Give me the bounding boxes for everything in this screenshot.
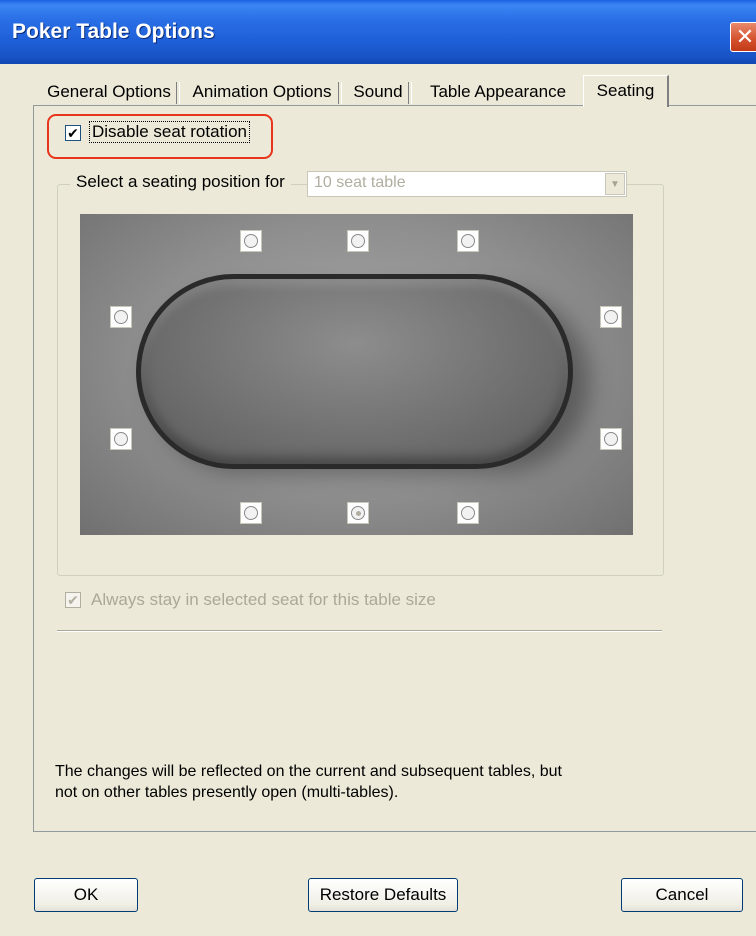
table-size-select: 10 seat table ▼: [307, 171, 627, 197]
select-seating-label: Select a seating position for: [70, 172, 291, 192]
seat-9-radio[interactable]: [110, 428, 132, 450]
tab-table-appearance[interactable]: Table Appearance: [418, 79, 578, 107]
tab-seating[interactable]: Seating: [583, 75, 669, 107]
seat-3-radio[interactable]: [457, 230, 479, 252]
window-title: Poker Table Options: [12, 20, 215, 43]
tab-label: Seating: [596, 81, 655, 100]
note-line-2: not on other tables presently open (mult…: [55, 783, 399, 801]
always-stay-label: Always stay in selected seat for this ta…: [91, 590, 436, 609]
poker-table-area: [80, 214, 633, 535]
cancel-button[interactable]: Cancel: [621, 878, 743, 912]
tab-label: Animation Options: [192, 82, 332, 101]
ok-button[interactable]: OK: [34, 878, 138, 912]
close-icon: ✕: [735, 24, 755, 49]
poker-table-felt: [136, 274, 573, 469]
ok-label: OK: [73, 885, 99, 904]
seat-6-radio[interactable]: [457, 502, 479, 524]
tab-animation-options[interactable]: Animation Options: [186, 79, 342, 107]
seat-8-radio[interactable]: [240, 502, 262, 524]
tab-label: Sound: [353, 82, 403, 101]
disable-seat-rotation-checkbox[interactable]: ✔: [65, 125, 81, 141]
tab-general-options[interactable]: General Options: [42, 79, 180, 107]
table-size-value: 10 seat table: [314, 174, 406, 191]
close-button[interactable]: ✕: [730, 22, 756, 52]
seat-2-radio[interactable]: [347, 230, 369, 252]
tab-sound[interactable]: Sound: [348, 79, 412, 107]
always-stay-checkbox[interactable]: ✔: [65, 592, 81, 608]
seat-7-radio[interactable]: [347, 502, 369, 524]
restore-defaults-button[interactable]: Restore Defaults: [308, 878, 458, 912]
cancel-label: Cancel: [655, 885, 709, 904]
divider: [57, 630, 662, 632]
seat-1-radio[interactable]: [240, 230, 262, 252]
seat-5-radio[interactable]: [600, 428, 622, 450]
note-line-1: The changes will be reflected on the cur…: [55, 763, 562, 780]
seat-4-radio[interactable]: [600, 306, 622, 328]
disable-seat-rotation-label[interactable]: Disable seat rotation: [89, 121, 250, 143]
seat-10-radio[interactable]: [110, 306, 132, 328]
tab-label: Table Appearance: [429, 82, 567, 101]
chevron-down-icon: ▼: [605, 173, 625, 195]
title-bar: Poker Table Options ✕: [0, 0, 756, 64]
tab-label: General Options: [47, 82, 171, 101]
info-note: The changes will be reflected on the cur…: [55, 762, 695, 804]
restore-label: Restore Defaults: [319, 885, 447, 904]
